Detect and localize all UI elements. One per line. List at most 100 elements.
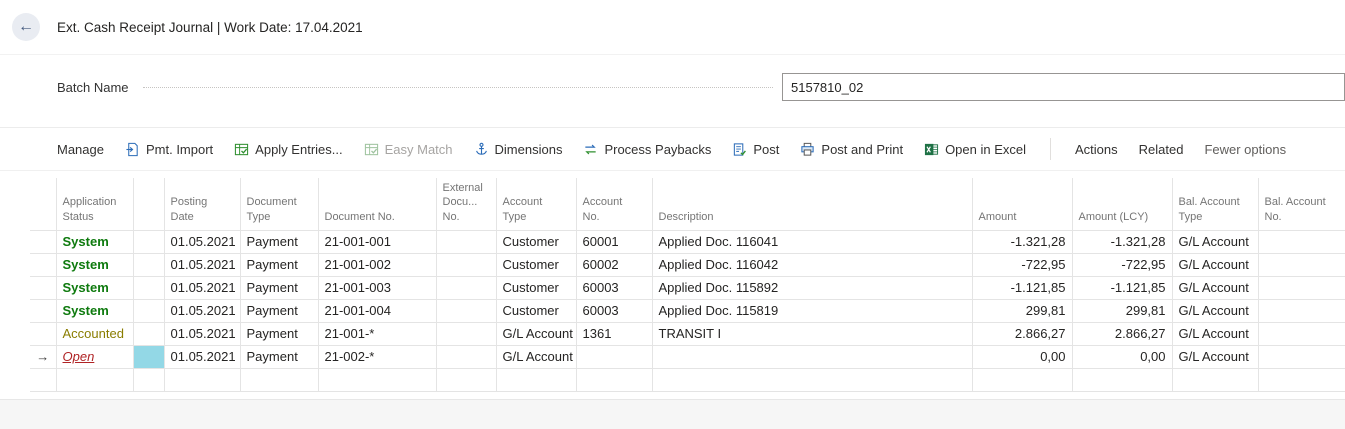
bal-account-type-cell[interactable]: G/L Account [1171, 344, 1259, 369]
posting-date-cell[interactable]: 01.05.2021 [163, 275, 241, 300]
account-no-cell[interactable]: 1361 [575, 321, 653, 346]
empty-cell[interactable] [1071, 367, 1173, 392]
account-type-cell[interactable]: G/L Account [495, 321, 577, 346]
col-posting-date[interactable]: Posting Date [163, 178, 241, 231]
col-amount[interactable]: Amount [971, 178, 1073, 231]
empty-cell[interactable] [132, 367, 165, 392]
document-no-cell[interactable]: 21-001-* [317, 321, 437, 346]
bal-account-type-cell[interactable]: G/L Account [1171, 252, 1259, 277]
empty-cell[interactable] [55, 367, 134, 392]
amount-lcy-cell[interactable]: 0,00 [1071, 344, 1173, 369]
account-type-cell[interactable]: Customer [495, 252, 577, 277]
amount-lcy-cell[interactable]: -1.321,28 [1071, 229, 1173, 254]
process-paybacks-button[interactable]: Process Paybacks [583, 142, 711, 157]
col-bal-account-no[interactable]: Bal. Account No. [1257, 178, 1345, 231]
marker-cell-selected[interactable] [132, 344, 165, 369]
application-status-cell[interactable]: Accounted [55, 321, 134, 346]
document-no-cell[interactable]: 21-001-004 [317, 298, 437, 323]
empty-cell[interactable] [163, 367, 241, 392]
empty-cell[interactable] [435, 367, 497, 392]
document-no-cell[interactable]: 21-001-002 [317, 252, 437, 277]
col-external-doc-no[interactable]: External Docu... No. [435, 178, 497, 231]
bal-account-type-cell[interactable]: G/L Account [1171, 229, 1259, 254]
bal-account-type-cell[interactable]: G/L Account [1171, 321, 1259, 346]
row-selector-cell[interactable] [30, 367, 57, 392]
document-type-cell[interactable]: Payment [239, 252, 319, 277]
account-no-cell[interactable]: 60001 [575, 229, 653, 254]
table-row[interactable]: System 01.05.2021 Payment 21-001-001 Cus… [30, 229, 1345, 254]
row-selector-cell[interactable]: → [30, 344, 57, 369]
amount-cell[interactable]: 2.866,27 [971, 321, 1073, 346]
account-type-cell[interactable]: Customer [495, 298, 577, 323]
amount-cell[interactable]: 299,81 [971, 298, 1073, 323]
posting-date-cell[interactable]: 01.05.2021 [163, 229, 241, 254]
empty-cell[interactable] [495, 367, 577, 392]
bal-account-no-cell[interactable] [1257, 229, 1345, 254]
document-type-cell[interactable]: Payment [239, 298, 319, 323]
document-no-cell[interactable]: 21-002-* [317, 344, 437, 369]
empty-cell[interactable] [651, 367, 973, 392]
related-menu[interactable]: Related [1139, 142, 1184, 157]
external-doc-no-cell[interactable] [435, 275, 497, 300]
empty-cell[interactable] [971, 367, 1073, 392]
col-account-type[interactable]: Account Type [495, 178, 577, 231]
row-selector-cell[interactable] [30, 229, 57, 254]
post-button[interactable]: Post [732, 142, 779, 157]
account-type-cell[interactable]: Customer [495, 229, 577, 254]
account-type-cell[interactable]: Customer [495, 275, 577, 300]
application-status-cell[interactable]: System [55, 229, 134, 254]
table-row-empty[interactable] [30, 367, 1345, 392]
col-document-no[interactable]: Document No. [317, 178, 437, 231]
bal-account-no-cell[interactable] [1257, 252, 1345, 277]
application-status-cell[interactable]: System [55, 298, 134, 323]
marker-cell[interactable] [132, 252, 165, 277]
bal-account-no-cell[interactable] [1257, 344, 1345, 369]
external-doc-no-cell[interactable] [435, 344, 497, 369]
empty-cell[interactable] [1257, 367, 1345, 392]
document-type-cell[interactable]: Payment [239, 275, 319, 300]
bal-account-no-cell[interactable] [1257, 298, 1345, 323]
empty-cell[interactable] [317, 367, 437, 392]
amount-lcy-cell[interactable]: 2.866,27 [1071, 321, 1173, 346]
empty-cell[interactable] [239, 367, 319, 392]
dimensions-button[interactable]: Dimensions [474, 142, 562, 157]
amount-cell[interactable]: -722,95 [971, 252, 1073, 277]
amount-lcy-cell[interactable]: -1.121,85 [1071, 275, 1173, 300]
external-doc-no-cell[interactable] [435, 229, 497, 254]
document-type-cell[interactable]: Payment [239, 229, 319, 254]
bal-account-no-cell[interactable] [1257, 275, 1345, 300]
document-type-cell[interactable]: Payment [239, 344, 319, 369]
col-amount-lcy[interactable]: Amount (LCY) [1071, 178, 1173, 231]
table-row[interactable]: System 01.05.2021 Payment 21-001-002 Cus… [30, 252, 1345, 277]
col-bal-account-type[interactable]: Bal. Account Type [1171, 178, 1259, 231]
document-no-cell[interactable]: 21-001-003 [317, 275, 437, 300]
row-selector-cell[interactable] [30, 321, 57, 346]
row-selector-cell[interactable] [30, 275, 57, 300]
account-no-cell[interactable]: 60003 [575, 275, 653, 300]
col-description[interactable]: Description [651, 178, 973, 231]
amount-lcy-cell[interactable]: 299,81 [1071, 298, 1173, 323]
table-row[interactable]: Accounted 01.05.2021 Payment 21-001-* G/… [30, 321, 1345, 346]
pmt-import-button[interactable]: Pmt. Import [125, 142, 213, 157]
bal-account-no-cell[interactable] [1257, 321, 1345, 346]
col-document-type[interactable]: Document Type [239, 178, 319, 231]
application-status-cell[interactable]: System [55, 275, 134, 300]
application-status-cell[interactable]: System [55, 252, 134, 277]
application-status-cell[interactable]: Open [55, 344, 134, 369]
amount-cell[interactable]: -1.121,85 [971, 275, 1073, 300]
fewer-options-button[interactable]: Fewer options [1204, 142, 1286, 157]
table-row-selected[interactable]: → Open 01.05.2021 Payment 21-002-* G/L A… [30, 344, 1345, 369]
marker-cell[interactable] [132, 229, 165, 254]
col-account-no[interactable]: Account No. [575, 178, 653, 231]
posting-date-cell[interactable]: 01.05.2021 [163, 298, 241, 323]
batch-name-input[interactable] [782, 73, 1345, 101]
amount-cell[interactable]: -1.321,28 [971, 229, 1073, 254]
empty-cell[interactable] [575, 367, 653, 392]
empty-cell[interactable] [1171, 367, 1259, 392]
row-selector-cell[interactable] [30, 298, 57, 323]
post-and-print-button[interactable]: Post and Print [800, 142, 903, 157]
bal-account-type-cell[interactable]: G/L Account [1171, 298, 1259, 323]
manage-menu[interactable]: Manage [57, 142, 104, 157]
account-no-cell[interactable]: 60003 [575, 298, 653, 323]
row-selector-cell[interactable] [30, 252, 57, 277]
